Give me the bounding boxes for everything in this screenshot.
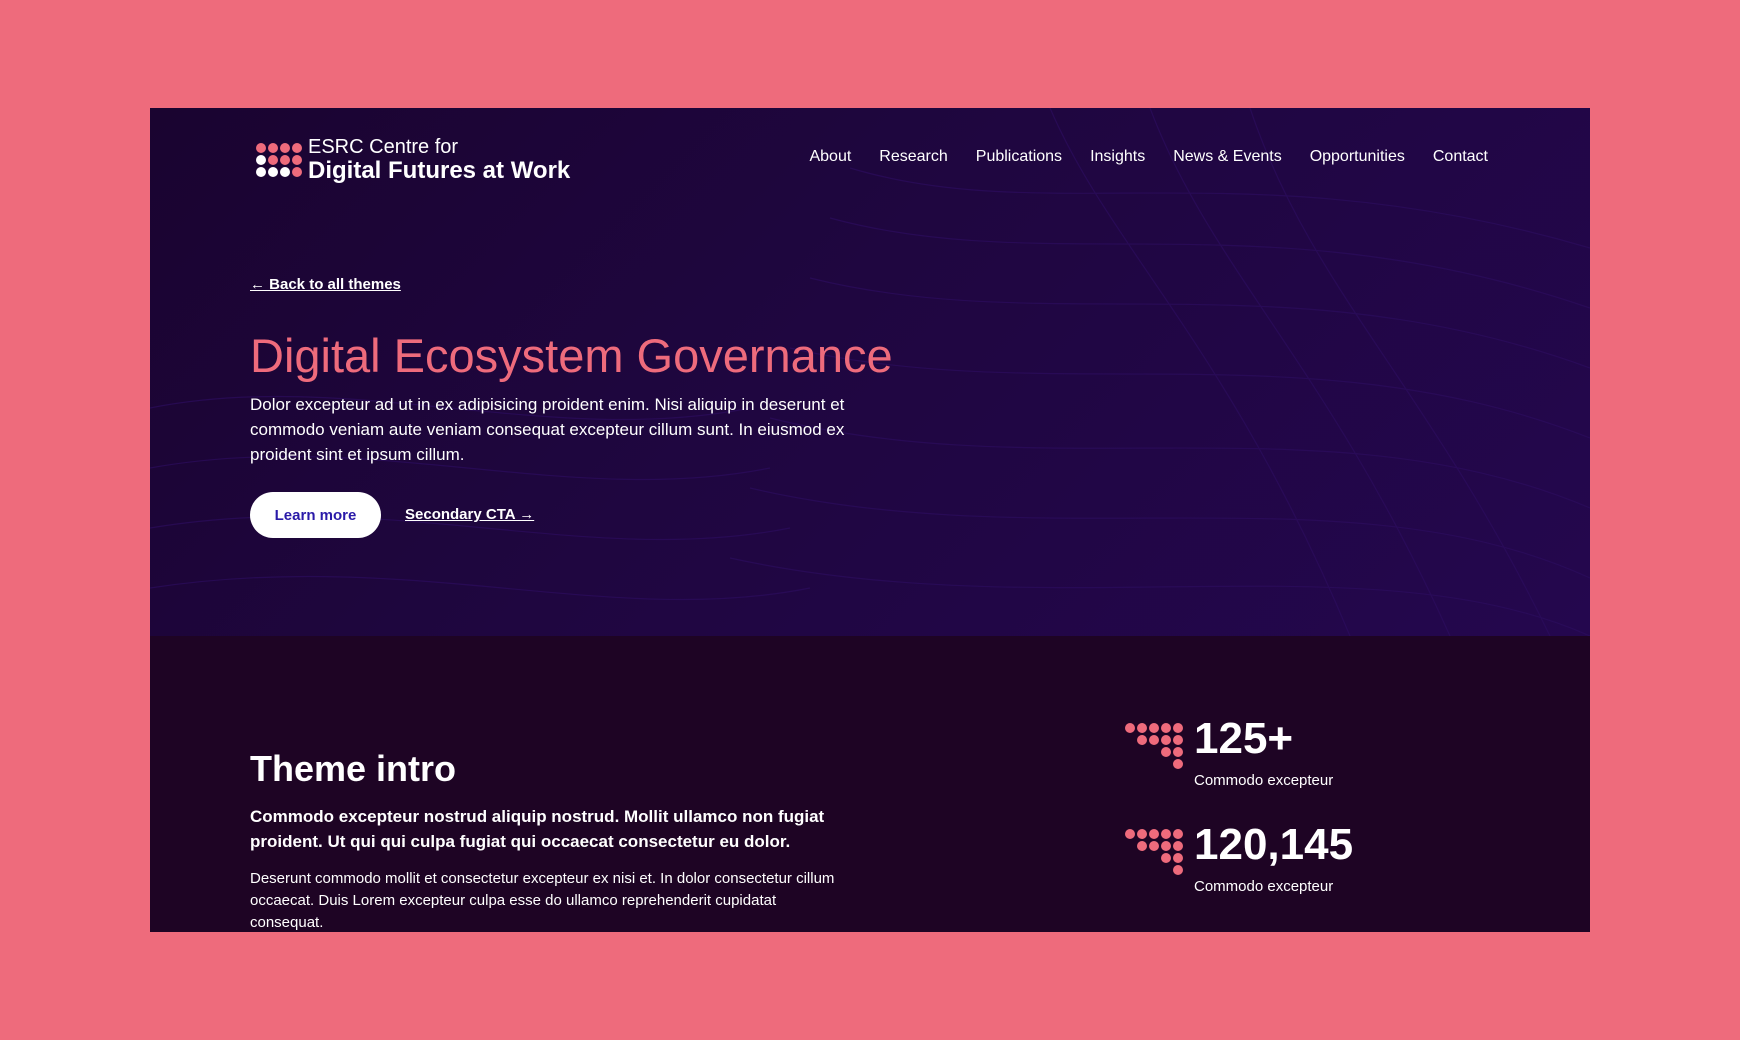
secondary-cta-link[interactable]: Secondary CTA → xyxy=(405,506,534,523)
nav-about[interactable]: About xyxy=(809,148,851,166)
nav-news-events[interactable]: News & Events xyxy=(1173,148,1281,166)
funnel-dots-icon xyxy=(1125,829,1183,875)
page-title: Digital Ecosystem Governance xyxy=(250,329,893,382)
stat-value: 70 xyxy=(1194,926,1243,932)
logo-line2: Digital Futures at Work xyxy=(308,157,571,184)
stat-value: 120,145 xyxy=(1194,820,1354,869)
site-logo[interactable]: ESRC Centre for Digital Futures at Work xyxy=(256,136,570,184)
stat-value: 125+ xyxy=(1194,714,1294,763)
nav-opportunities[interactable]: Opportunities xyxy=(1310,148,1405,166)
stat-label: Commodo excepteur xyxy=(1194,772,1334,789)
learn-more-button[interactable]: Learn more xyxy=(250,492,381,538)
hero-description: Dolor excepteur ad ut in ex adipisicing … xyxy=(250,395,845,464)
logo-line1: ESRC Centre for xyxy=(308,136,459,158)
theme-intro-lead: Commodo excepteur nostrud aliquip nostru… xyxy=(250,807,825,851)
theme-intro-title: Theme intro xyxy=(250,748,457,789)
nav-research[interactable]: Research xyxy=(879,148,947,166)
main-nav: About Research Publications Insights New… xyxy=(809,148,1488,166)
site-header: ESRC Centre for Digital Futures at Work … xyxy=(150,108,1590,208)
stat-label: Commodo excepteur xyxy=(1194,878,1334,895)
website-frame: ESRC Centre for Digital Futures at Work … xyxy=(150,108,1590,932)
logo-dots-icon xyxy=(256,143,302,178)
back-to-themes-link[interactable]: ← Back to all themes xyxy=(250,276,401,293)
funnel-dots-icon xyxy=(1125,723,1183,769)
nav-contact[interactable]: Contact xyxy=(1433,148,1488,166)
hero-section: ESRC Centre for Digital Futures at Work … xyxy=(150,108,1590,636)
nav-insights[interactable]: Insights xyxy=(1090,148,1145,166)
nav-publications[interactable]: Publications xyxy=(976,148,1062,166)
theme-intro-body: Deserunt commodo mollit et consectetur e… xyxy=(250,870,835,931)
